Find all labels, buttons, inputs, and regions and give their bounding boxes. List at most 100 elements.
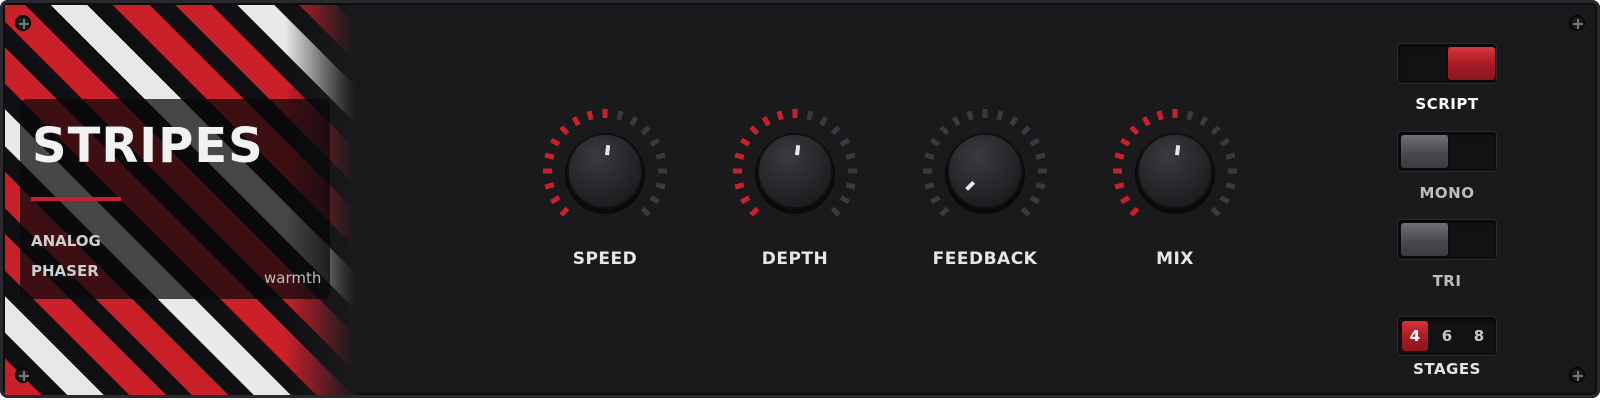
knob-tick (649, 195, 660, 205)
knob-tick (655, 152, 666, 160)
depth-knob[interactable] (725, 108, 865, 248)
knob-tick (740, 137, 751, 147)
feedback-knob[interactable] (915, 108, 1055, 248)
script-label: SCRIPT (1415, 95, 1479, 113)
knob-tick (1219, 137, 1230, 147)
knob-tick (550, 137, 561, 147)
knob-tick (1225, 182, 1236, 190)
knob-tick (951, 116, 961, 127)
knob-tick (1141, 116, 1151, 127)
product-tagline: warmth (264, 269, 322, 287)
tri-toggle-thumb[interactable] (1401, 223, 1448, 256)
knob-tick (1210, 206, 1221, 217)
knob-tick (924, 182, 935, 190)
knob-tick (1020, 206, 1031, 217)
knob-tick (559, 206, 570, 217)
knob-tick (996, 110, 1004, 121)
knob-tick (930, 195, 941, 205)
knob-tick (655, 182, 666, 190)
product-subtitle-line1: ANALOG (31, 232, 101, 250)
stages-label: STAGES (1413, 360, 1481, 378)
mix-knob-unit[interactable]: MIX (1105, 108, 1245, 278)
knob-tick (734, 182, 745, 190)
knob-tick (806, 110, 814, 121)
knob-tick (559, 125, 570, 136)
knob-tick (776, 110, 784, 121)
knob-tick (640, 125, 651, 136)
knob-body[interactable] (757, 133, 833, 209)
speed-label: SPEED (572, 249, 638, 269)
knob-tick (749, 125, 760, 136)
screw-icon (15, 15, 31, 31)
feedback-label: FEEDBACK (932, 249, 1038, 269)
depth-label: DEPTH (761, 249, 829, 269)
knob-tick (616, 110, 624, 121)
knob-tick (629, 116, 639, 127)
knob-tick (930, 137, 941, 147)
knob-tick (740, 195, 751, 205)
script-toggle-thumb[interactable] (1448, 47, 1495, 80)
mono-toggle-thumb[interactable] (1401, 135, 1448, 168)
knob-tick (734, 152, 745, 160)
depth-knob-unit[interactable]: DEPTH (725, 108, 865, 278)
knob-tick (1029, 195, 1040, 205)
knob-tick (1129, 206, 1140, 217)
knob-tick (761, 116, 771, 127)
mono-toggle[interactable] (1397, 131, 1497, 172)
knob-tick (571, 116, 581, 127)
screw-icon (1569, 367, 1585, 383)
speed-knob[interactable] (535, 108, 675, 248)
knob-tick (550, 195, 561, 205)
stage-option-6[interactable]: 6 (1434, 321, 1460, 351)
knob-tick (1114, 182, 1125, 190)
knob-tick (1009, 116, 1019, 127)
knob-tick (1114, 152, 1125, 160)
knob-indicator (794, 144, 801, 156)
knob-body[interactable] (1137, 133, 1213, 209)
knob-tick (1120, 137, 1131, 147)
knob-tick (924, 152, 935, 160)
mix-label: MIX (1156, 249, 1194, 269)
stage-option-4[interactable]: 4 (1402, 321, 1428, 351)
knob-tick (966, 110, 974, 121)
knob-indicator (1174, 144, 1181, 156)
stages-selector[interactable]: 4 6 8 (1397, 316, 1497, 356)
knob-tick (1120, 195, 1131, 205)
knob-tick (830, 206, 841, 217)
speed-knob-unit[interactable]: SPEED (535, 108, 675, 278)
stage-option-8[interactable]: 8 (1466, 321, 1492, 351)
tri-toggle[interactable] (1397, 219, 1497, 260)
knob-tick (845, 182, 856, 190)
knob-tick (749, 206, 760, 217)
knob-tick (586, 110, 594, 121)
feedback-knob-unit[interactable]: FEEDBACK (915, 108, 1055, 278)
knob-tick (1219, 195, 1230, 205)
knob-tick (939, 206, 950, 217)
screw-icon (15, 367, 31, 383)
product-title: STRIPES (32, 118, 264, 174)
mono-label: MONO (1419, 184, 1475, 202)
knob-tick (830, 125, 841, 136)
knob-tick (649, 137, 660, 147)
knob-indicator (604, 144, 611, 156)
knob-tick (544, 152, 555, 160)
knob-tick (839, 137, 850, 147)
knob-tick (640, 206, 651, 217)
knob-tick (819, 116, 829, 127)
screw-icon (1569, 15, 1585, 31)
knob-tick (1020, 125, 1031, 136)
plugin-panel: STRIPES ANALOG PHASER warmth SPEED DEPTH… (0, 0, 1600, 398)
tri-label: TRI (1432, 272, 1462, 290)
product-subtitle-line2: PHASER (31, 262, 99, 280)
knob-tick (939, 125, 950, 136)
knob-tick (1199, 116, 1209, 127)
knob-tick (1225, 152, 1236, 160)
knob-body[interactable] (947, 133, 1023, 209)
knob-tick (544, 182, 555, 190)
knob-tick (1035, 152, 1046, 160)
script-toggle[interactable] (1397, 43, 1497, 84)
knob-tick (1129, 125, 1140, 136)
mix-knob[interactable] (1105, 108, 1245, 248)
knob-body[interactable] (567, 133, 643, 209)
knob-tick (1035, 182, 1046, 190)
